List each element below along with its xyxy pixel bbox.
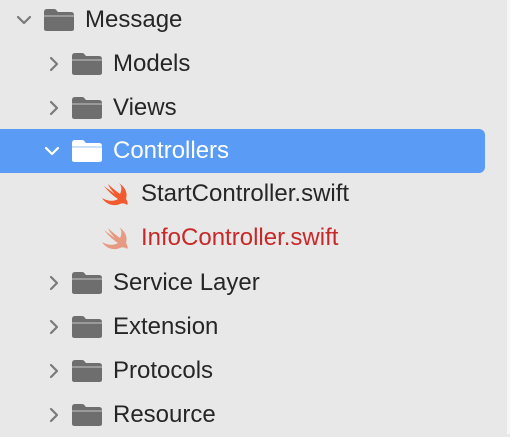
folder-icon — [72, 404, 102, 426]
tree-row-extension[interactable]: Extension — [0, 305, 500, 349]
folder-icon — [72, 272, 102, 294]
tree-row-message[interactable]: Message — [0, 0, 500, 42]
folder-icon — [72, 97, 102, 119]
tree-row-label: Controllers — [113, 137, 230, 164]
tree-row-label: Message — [85, 6, 183, 33]
tree-row-controllers[interactable]: Controllers — [0, 129, 500, 173]
chevron-right-icon[interactable] — [44, 361, 64, 381]
project-navigator: Message Models Views Controllers StartCo… — [0, 0, 510, 434]
chevron-down-icon[interactable] — [14, 10, 34, 30]
tree-row-label: Resource — [113, 401, 216, 428]
tree-row-label: Protocols — [113, 357, 214, 384]
chevron-right-icon[interactable] — [44, 317, 64, 337]
chevron-down-icon[interactable] — [42, 141, 62, 161]
tree-row-label: Views — [113, 94, 177, 121]
folder-icon — [72, 53, 102, 75]
tree-row-label: Extension — [113, 313, 219, 340]
folder-icon — [72, 140, 102, 162]
chevron-right-icon[interactable] — [44, 273, 64, 293]
chevron-right-icon[interactable] — [44, 98, 64, 118]
folder-icon — [44, 9, 74, 31]
tree-row-label: Service Layer — [113, 269, 260, 296]
folder-icon — [72, 360, 102, 382]
tree-row-protocols[interactable]: Protocols — [0, 349, 500, 393]
tree-row-label: InfoController.swift — [141, 224, 339, 251]
tree-row-label: StartController.swift — [141, 180, 350, 207]
tree-row-infocontroller[interactable]: InfoController.swift — [0, 216, 500, 260]
tree-row-resource[interactable]: Resource — [0, 393, 500, 437]
folder-icon — [72, 316, 102, 338]
tree-row-models[interactable]: Models — [0, 42, 500, 86]
tree-row-service-layer[interactable]: Service Layer — [0, 261, 500, 305]
chevron-right-icon[interactable] — [44, 54, 64, 74]
swift-icon — [102, 227, 128, 250]
tree-row-startcontroller[interactable]: StartController.swift — [0, 172, 500, 216]
tree-row-label: Models — [113, 50, 191, 77]
swift-icon — [102, 183, 128, 206]
tree-row-views[interactable]: Views — [0, 86, 500, 130]
chevron-right-icon[interactable] — [44, 405, 64, 425]
